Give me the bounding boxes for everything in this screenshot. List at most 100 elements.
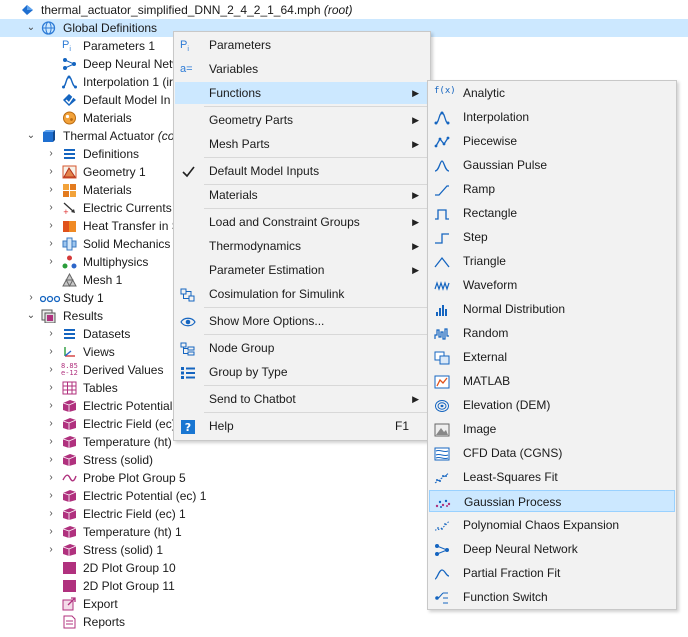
expand-arrow-icon[interactable]: › — [46, 523, 56, 541]
functions-submenu: f(x) Analytic Interpolation Piecewise Ga… — [427, 80, 677, 610]
random-icon — [434, 326, 450, 340]
menu-item-step[interactable]: Step — [429, 226, 675, 248]
menu-item-thermodynamics[interactable]: Thermodynamics ▶ — [175, 235, 429, 257]
expand-arrow-icon[interactable]: › — [46, 343, 56, 361]
menu-item-interpolation[interactable]: Interpolation — [429, 106, 675, 128]
expand-arrow-icon[interactable]: › — [46, 469, 56, 487]
menu-label: Deep Neural Network — [463, 542, 578, 556]
menu-item-function-switch[interactable]: Function Switch — [429, 586, 675, 608]
menu-item-parameter-estimation[interactable]: Parameter Estimation ▶ — [175, 259, 429, 281]
menu-item-materials[interactable]: Materials ▶ — [175, 184, 429, 206]
expand-arrow-icon[interactable]: › — [46, 235, 56, 253]
menu-item-cfd-data[interactable]: CFD Data (CGNS) — [429, 442, 675, 464]
menu-item-node-group[interactable]: Node Group — [175, 337, 429, 359]
menu-item-triangle[interactable]: Triangle — [429, 250, 675, 272]
tree-label: Multiphysics — [83, 255, 149, 269]
menu-item-load-and-constraint-groups[interactable]: Load and Constraint Groups ▶ — [175, 211, 429, 233]
menu-item-rectangle[interactable]: Rectangle — [429, 202, 675, 224]
tree-reports[interactable]: Reports — [0, 613, 688, 631]
expand-arrow-icon[interactable]: › — [46, 379, 56, 397]
menu-item-deep-neural-network[interactable]: Deep Neural Network — [429, 538, 675, 560]
menu-item-matlab[interactable]: MATLAB — [429, 370, 675, 392]
expand-arrow-icon[interactable]: › — [46, 325, 56, 343]
menu-label: Help — [209, 419, 234, 433]
tree-label: Stress (solid) — [83, 453, 154, 467]
expand-arrow-icon[interactable]: › — [46, 361, 56, 379]
views-icon — [62, 345, 77, 359]
expand-arrow-icon[interactable]: › — [46, 397, 56, 415]
analytic-icon: f(x) — [434, 86, 456, 96]
expand-arrow-icon[interactable]: › — [46, 505, 56, 523]
expand-arrow-icon[interactable]: › — [46, 541, 56, 559]
menu-item-variables[interactable]: a= Variables — [175, 58, 429, 80]
expand-arrow-icon[interactable]: › — [46, 181, 56, 199]
expand-arrow-icon[interactable]: › — [46, 451, 56, 469]
expand-arrow-icon[interactable]: › — [46, 487, 56, 505]
1d-plot-icon — [62, 471, 77, 485]
checkmark-icon — [180, 164, 196, 178]
expand-arrow-icon[interactable]: › — [46, 145, 56, 163]
menu-item-functions[interactable]: Functions ▶ — [175, 82, 429, 104]
collapse-arrow-icon[interactable]: ⌄ — [26, 19, 36, 37]
tree-label: Global Definitions — [63, 21, 158, 35]
menu-label: Thermodynamics — [209, 239, 302, 253]
menu-label: Image — [463, 422, 497, 436]
root-label: thermal_actuator_simplified_DNN_2_4_2_1_… — [41, 3, 321, 17]
menu-label: Send to Chatbot — [209, 392, 296, 406]
menu-item-geometry-parts[interactable]: Geometry Parts ▶ — [175, 109, 429, 131]
expand-arrow-icon[interactable]: › — [46, 217, 56, 235]
tree-label: Reports — [83, 615, 126, 629]
menu-item-external[interactable]: External — [429, 346, 675, 368]
submenu-arrow-icon: ▶ — [412, 115, 419, 125]
menu-item-parameters[interactable]: Pi Parameters — [175, 34, 429, 56]
table-icon — [62, 381, 77, 395]
menu-item-image[interactable]: Image — [429, 418, 675, 440]
menu-item-least-squares-fit[interactable]: Least-Squares Fit — [429, 466, 675, 488]
menu-separator — [204, 334, 428, 335]
menu-item-ramp[interactable]: Ramp — [429, 178, 675, 200]
menu-item-polynomial-chaos-expansion[interactable]: Polynomial Chaos Expansion — [429, 514, 675, 536]
results-icon — [41, 309, 56, 323]
partial-fraction-fit-icon — [434, 566, 450, 580]
menu-item-cosimulation[interactable]: Cosimulation for Simulink — [175, 283, 429, 305]
expand-arrow-icon[interactable]: › — [46, 163, 56, 181]
expand-arrow-icon[interactable]: › — [26, 289, 36, 307]
menu-item-send-to-chatbot[interactable]: Send to Chatbot ▶ — [175, 388, 429, 410]
menu-item-analytic[interactable]: f(x) Analytic — [429, 82, 675, 104]
expand-arrow-icon[interactable]: › — [46, 433, 56, 451]
solid-mechanics-icon — [62, 237, 77, 251]
menu-item-show-more-options[interactable]: Show More Options... — [175, 310, 429, 332]
menu-item-piecewise[interactable]: Piecewise — [429, 130, 675, 152]
expand-arrow-icon[interactable]: › — [46, 253, 56, 271]
menu-item-help[interactable]: ? Help F1 — [175, 415, 429, 437]
menu-item-partial-fraction-fit[interactable]: Partial Fraction Fit — [429, 562, 675, 584]
expand-arrow-icon[interactable]: › — [46, 415, 56, 433]
waveform-icon — [434, 278, 450, 292]
menu-item-random[interactable]: Random — [429, 322, 675, 344]
tree-label: Heat Transfer in S — [83, 219, 180, 233]
dnn-icon — [434, 542, 450, 556]
expand-arrow-icon[interactable]: › — [46, 199, 56, 217]
heat-transfer-icon — [62, 219, 77, 233]
menu-item-gaussian-pulse[interactable]: Gaussian Pulse — [429, 154, 675, 176]
menu-label: Materials — [209, 188, 258, 202]
interpolation-icon — [62, 75, 77, 89]
menu-item-group-by-type[interactable]: Group by Type — [175, 361, 429, 383]
menu-separator — [204, 307, 428, 308]
tree-label: Solid Mechanics — [83, 237, 171, 251]
help-icon: ? — [180, 419, 196, 434]
menu-item-normal-distribution[interactable]: Normal Distribution — [429, 298, 675, 320]
collapse-arrow-icon[interactable]: ⌄ — [26, 307, 36, 325]
normal-distribution-icon — [434, 302, 450, 316]
menu-item-waveform[interactable]: Waveform — [429, 274, 675, 296]
menu-label: Functions — [209, 86, 262, 100]
parameters-icon: Pi — [62, 39, 71, 54]
tree-label: Temperature (ht) — [83, 435, 172, 449]
menu-separator — [204, 157, 428, 158]
menu-item-default-model-inputs[interactable]: Default Model Inputs — [175, 160, 429, 182]
tree-root[interactable]: thermal_actuator_simplified_DNN_2_4_2_1_… — [0, 1, 688, 19]
menu-item-elevation-dem[interactable]: Elevation (DEM) — [429, 394, 675, 416]
menu-item-mesh-parts[interactable]: Mesh Parts ▶ — [175, 133, 429, 155]
menu-item-gaussian-process[interactable]: Gaussian Process — [429, 490, 675, 512]
collapse-arrow-icon[interactable]: ⌄ — [26, 127, 36, 145]
